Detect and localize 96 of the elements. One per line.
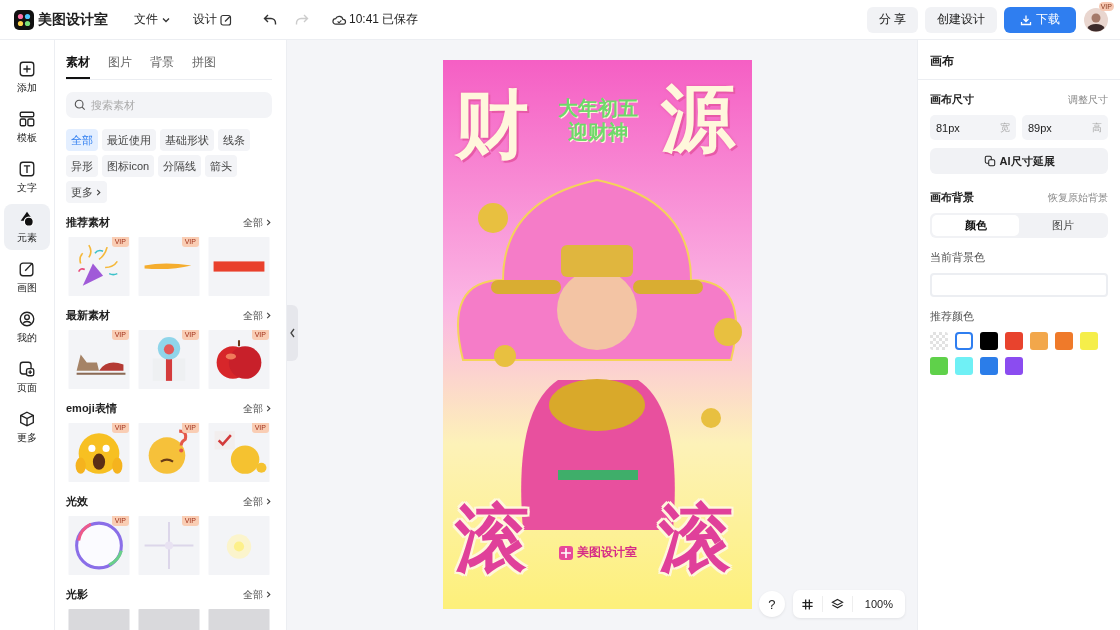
see-all-link[interactable]: 全部	[243, 308, 272, 323]
poster-headline: 滚	[454, 502, 529, 576]
segment-tab[interactable]: 颜色	[932, 215, 1019, 236]
section-title: 光影	[66, 587, 88, 602]
grid-icon[interactable]	[800, 597, 814, 611]
field-label: 推荐颜色	[930, 309, 975, 324]
chevron-icon	[265, 590, 272, 599]
color-swatch[interactable]	[955, 332, 973, 350]
height-field[interactable]: 89px 高	[1022, 115, 1108, 140]
segment-tab[interactable]: 图片	[1019, 215, 1106, 236]
app-name: 美图设计室	[38, 10, 108, 29]
logo-icon	[14, 9, 34, 30]
ai-expand-button[interactable]: AI尺寸延展	[930, 148, 1108, 174]
section-title: 光效	[66, 494, 88, 509]
zoom-level[interactable]: 100%	[860, 598, 897, 610]
search-icon	[74, 99, 86, 111]
chevron-icon	[265, 497, 272, 506]
action-button[interactable]: 分 享	[866, 6, 918, 33]
cube-icon	[18, 409, 36, 428]
filter-chip[interactable]: 异形	[66, 155, 98, 177]
panel-tab[interactable]: 拼图	[192, 50, 216, 79]
resize-link[interactable]: 调整尺寸	[1068, 92, 1108, 107]
action-button[interactable]: 创建设计	[925, 6, 997, 33]
edit-icon	[220, 13, 232, 26]
color-swatch[interactable]	[1005, 357, 1023, 375]
field-label: 当前背景色	[930, 250, 986, 265]
chevron-icon	[265, 311, 272, 320]
search-field[interactable]: 搜索素材	[66, 92, 272, 118]
rail-item[interactable]: 更多	[4, 404, 50, 450]
chevron-icon	[265, 404, 272, 413]
color-swatch[interactable]	[980, 357, 998, 375]
plus-icon	[18, 59, 36, 78]
color-swatch[interactable]	[930, 357, 948, 375]
save-status: 10:41 已保存	[349, 11, 419, 28]
asset-thumbnail[interactable]	[206, 516, 272, 575]
see-all-link[interactable]: 全部	[243, 215, 272, 230]
reset-background-link[interactable]: 恢复原始背景	[1048, 190, 1108, 205]
download-icon	[1020, 13, 1032, 26]
filter-chip[interactable]: 最近使用	[102, 129, 156, 151]
rail-item[interactable]: 我的	[4, 304, 50, 350]
poster-slogan: 迎财神	[567, 120, 628, 144]
poster-headline: 财	[454, 88, 529, 162]
user-icon	[18, 309, 36, 328]
pen-icon	[18, 259, 36, 278]
text-icon	[18, 159, 36, 178]
panel-tab[interactable]: 背景	[150, 50, 174, 79]
color-swatch[interactable]	[980, 332, 998, 350]
chevron-icon	[265, 218, 272, 227]
filter-chip[interactable]: 箭头	[205, 155, 238, 177]
expand-icon	[983, 155, 996, 167]
color-swatch[interactable]	[930, 332, 948, 350]
color-swatch[interactable]	[1030, 332, 1048, 350]
rail-item[interactable]: 模板	[4, 104, 50, 150]
see-all-link[interactable]: 全部	[243, 401, 272, 416]
filter-chip[interactable]: 全部	[66, 129, 98, 151]
page-icon	[18, 359, 36, 378]
see-all-link[interactable]: 全部	[243, 587, 272, 602]
filter-chip[interactable]: 分隔线	[158, 155, 202, 177]
section-title: emoji表情	[66, 401, 117, 416]
filter-chip[interactable]: 更多	[66, 181, 107, 203]
filter-chip[interactable]: 图标icon	[102, 155, 155, 177]
see-all-link[interactable]: 全部	[243, 494, 272, 509]
section-title: 画布尺寸	[930, 92, 974, 107]
section-title: 推荐素材	[66, 215, 110, 230]
rail-item[interactable]: 添加	[4, 54, 50, 100]
file-menu[interactable]: 文件	[134, 11, 171, 28]
rail-item[interactable]: 文字	[4, 154, 50, 200]
rail-item[interactable]: 元素	[4, 204, 50, 250]
color-swatch[interactable]	[955, 357, 973, 375]
help-button[interactable]: ?	[758, 591, 785, 617]
section-title: 最新素材	[66, 308, 110, 323]
collapse-handle[interactable]	[287, 305, 298, 361]
width-field[interactable]: 81px 宽	[930, 115, 1016, 140]
asset-thumbnail[interactable]	[206, 237, 272, 296]
color-swatch[interactable]	[1080, 332, 1098, 350]
panel-title: 画布	[918, 40, 1120, 80]
avatar[interactable]	[1084, 7, 1108, 32]
poster-headline: 滚	[658, 502, 733, 576]
panel-tab[interactable]: 图片	[108, 50, 132, 79]
color-swatch[interactable]	[1055, 332, 1073, 350]
layout-icon	[18, 109, 36, 128]
layers-icon[interactable]	[830, 597, 844, 611]
filter-chip[interactable]: 线条	[218, 129, 250, 151]
brand-name: 美图设计室	[576, 544, 637, 561]
section-title: 画布背景	[930, 190, 974, 205]
color-swatch[interactable]	[1005, 332, 1023, 350]
rail-item[interactable]: 页面	[4, 354, 50, 400]
design-menu[interactable]: 设计	[193, 11, 232, 28]
download-button[interactable]: 下载	[1004, 6, 1076, 33]
poster-headline: 源	[660, 82, 735, 156]
poster-slogan: 大年初五	[557, 96, 638, 120]
filter-chip[interactable]: 基础形状	[160, 129, 214, 151]
panel-tab[interactable]: 素材	[66, 50, 90, 79]
chevron-icon	[95, 187, 102, 197]
rail-item[interactable]: 画图	[4, 254, 50, 300]
cloud-icon	[332, 13, 347, 26]
